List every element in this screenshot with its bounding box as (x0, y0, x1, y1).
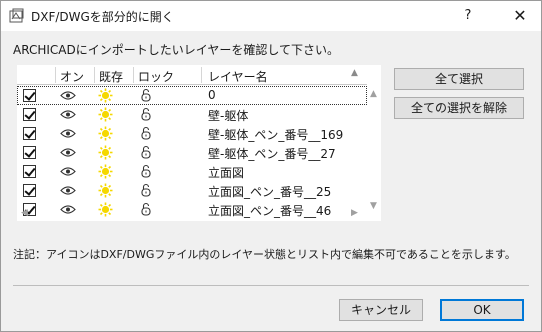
lock-icon (140, 145, 152, 160)
layer-checkbox[interactable] (23, 127, 36, 140)
sun-icon (98, 126, 113, 141)
window-title: DXF/DWGを部分的に開く (31, 10, 174, 24)
list-header: オン 既存 ロック レイヤー名 ▲ (17, 65, 367, 85)
layer-checkbox[interactable] (23, 165, 36, 178)
title-bar: DXF/DWGを部分的に開く ? ✕ (1, 1, 541, 31)
layer-checkbox[interactable] (23, 184, 36, 197)
layer-name: 壁-躯体_ペン_番号__27 (208, 147, 336, 161)
column-header-layer-name[interactable]: レイヤー名 (208, 68, 268, 85)
lock-icon (140, 164, 152, 179)
scroll-left-icon[interactable]: ◀ (21, 208, 28, 218)
header-divider (201, 67, 202, 83)
eye-icon (60, 109, 76, 120)
layer-row[interactable]: 立面図_ペン_番号__46 (17, 200, 367, 219)
header-divider (55, 67, 56, 83)
sort-ascending-icon: ▲ (351, 68, 358, 78)
layer-name: 壁-躯体 (208, 109, 249, 123)
header-divider (133, 67, 134, 83)
note-text: 注記：アイコンはDXF/DWGファイル内のレイヤー状態とリスト内で編集不可である… (13, 248, 516, 261)
eye-icon (60, 90, 76, 101)
layer-row[interactable]: 壁-躯体 (17, 105, 367, 124)
scroll-right-icon[interactable]: ▶ (351, 208, 358, 218)
vertical-scrollbar[interactable] (367, 85, 381, 213)
eye-icon (60, 185, 76, 196)
eye-icon (60, 204, 76, 215)
layer-row[interactable]: 0 (17, 86, 367, 105)
layer-name: 立面図_ペン_番号__46 (208, 204, 332, 218)
help-button[interactable]: ? (456, 1, 480, 31)
lock-icon (140, 126, 152, 141)
ok-button[interactable]: OK (440, 299, 524, 321)
eye-icon (60, 166, 76, 177)
column-header-on[interactable]: オン (60, 68, 84, 85)
sun-icon (98, 145, 113, 160)
layer-row[interactable]: 立面図 (17, 162, 367, 181)
layer-row[interactable]: 壁-躯体_ペン_番号__27 (17, 143, 367, 162)
layer-name: 壁-躯体_ペン_番号__169 (208, 128, 344, 142)
layer-list[interactable]: オン 既存 ロック レイヤー名 ▲ 0 壁-躯体壁-躯体_ペン_番号__169 壁-… (17, 65, 381, 221)
column-header-lock[interactable]: ロック (138, 68, 174, 85)
layer-name: 立面図 (208, 166, 245, 180)
scroll-up-icon[interactable]: ▲ (370, 89, 377, 99)
deselect-all-button[interactable]: 全ての選択を解除 (394, 97, 524, 119)
sun-icon (98, 183, 113, 198)
lock-icon (140, 107, 152, 122)
divider (13, 285, 529, 286)
layer-checkbox[interactable] (23, 89, 36, 102)
dxf-dwg-partial-open-dialog: DXF/DWGを部分的に開く ? ✕ ARCHICADにインポートしたいレイヤー… (0, 0, 542, 332)
instruction-text: ARCHICADにインポートしたいレイヤーを確認して下さい。 (13, 43, 340, 57)
lock-icon (140, 183, 152, 198)
layer-row[interactable]: 壁-躯体_ペン_番号__169 (17, 124, 367, 143)
layer-name: 立面図_ペン_番号__25 (208, 185, 332, 199)
layer-checkbox[interactable] (23, 108, 36, 121)
layer-row[interactable]: 立面図_ペン_番号__25 (17, 181, 367, 200)
sun-icon (98, 202, 113, 217)
eye-icon (60, 128, 76, 139)
cancel-button[interactable]: キャンセル (339, 299, 423, 321)
sun-icon (98, 88, 113, 103)
dxf-file-icon (9, 8, 24, 23)
sun-icon (98, 107, 113, 122)
scroll-down-icon[interactable]: ▼ (370, 201, 377, 211)
close-button[interactable]: ✕ (503, 1, 537, 31)
sun-icon (98, 164, 113, 179)
lock-icon (140, 202, 152, 217)
lock-icon (140, 88, 152, 103)
layer-checkbox[interactable] (23, 146, 36, 159)
layer-name: 0 (208, 88, 216, 102)
eye-icon (60, 147, 76, 158)
column-header-existing[interactable]: 既存 (99, 68, 123, 85)
header-divider (94, 67, 95, 83)
select-all-button[interactable]: 全て選択 (394, 68, 524, 90)
